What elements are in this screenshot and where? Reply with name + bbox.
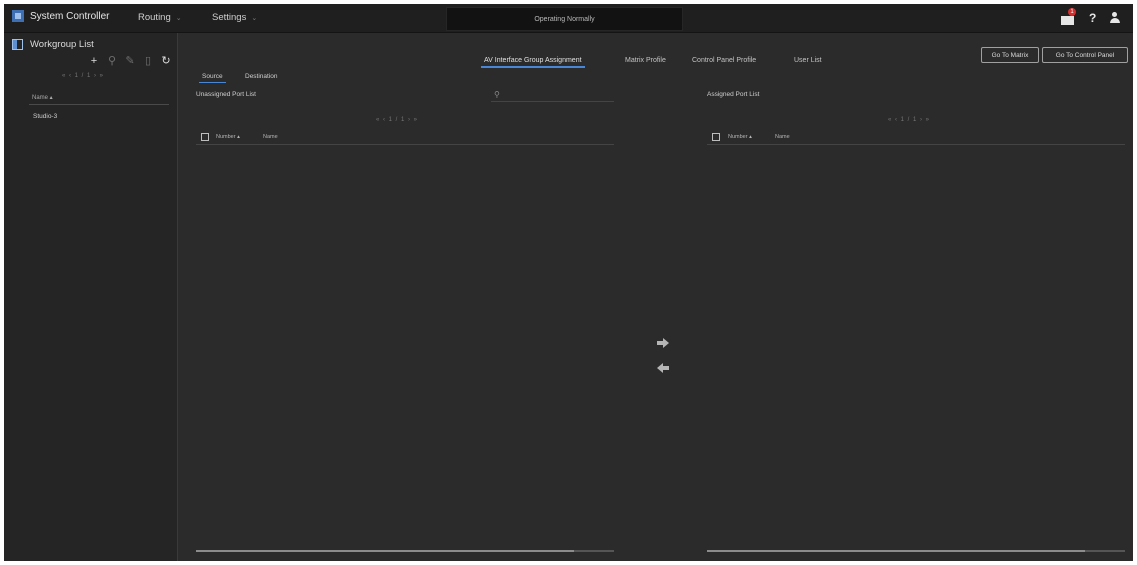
go-to-matrix-button[interactable]: Go To Matrix [981,47,1039,63]
edit-icon[interactable]: ✎ [125,54,135,67]
column-header-name[interactable]: Name [775,134,790,140]
menu-settings-label: Settings [212,12,247,23]
workgroup-pager[interactable]: « ‹ 1 / 1 › » [62,73,104,79]
horizontal-scrollbar[interactable] [196,550,614,552]
help-icon[interactable]: ? [1089,10,1096,26]
column-header-number[interactable]: Number ▴ [728,134,752,140]
search-input[interactable] [491,101,614,102]
search-icon[interactable]: ⚲ [107,54,117,67]
assigned-port-list-title: Assigned Port List [707,91,760,98]
unassigned-port-list-title: Unassigned Port List [196,91,256,98]
workgroup-toolbar: + ⚲ ✎ ▯ ↻ [89,54,171,68]
column-header-name[interactable]: Name [263,134,278,140]
unassign-arrow-button[interactable] [657,363,669,373]
table-header-divider [196,144,614,145]
chevron-down-icon: ⌄ [175,14,182,22]
workgroup-list-title: Workgroup List [30,39,94,50]
divider [29,104,169,105]
select-all-checkbox[interactable] [712,133,720,141]
tab-user-list[interactable]: User List [794,57,822,64]
assigned-pager[interactable]: « ‹ 1 / 1 › » [888,117,930,123]
subtab-destination[interactable]: Destination [245,73,278,80]
tab-av-interface-group-assignment[interactable]: AV Interface Group Assignment [481,57,585,68]
horizontal-scrollbar[interactable] [707,550,1125,552]
arrow-right-icon [663,338,669,348]
menu-settings[interactable]: Settings ⌄ [212,12,257,23]
app-title-label: System Controller [30,10,110,22]
user-icon [1112,12,1117,17]
chevron-down-icon: ⌄ [251,14,258,22]
subtab-source[interactable]: Source [199,73,226,83]
top-bar: System Controller Routing ⌄ Settings ⌄ O… [4,4,1133,33]
search-icon[interactable]: ⚲ [494,90,500,99]
select-all-checkbox[interactable] [201,133,209,141]
scrollbar-thumb[interactable] [707,550,1085,552]
notification-badge: 1 [1068,8,1076,16]
menu-routing-label: Routing [138,12,171,23]
user-menu-button[interactable] [1108,10,1122,26]
scrollbar-thumb[interactable] [196,550,574,552]
app-window: System Controller Routing ⌄ Settings ⌄ O… [4,4,1133,561]
panel-toggle-icon[interactable] [12,39,23,50]
column-header-name[interactable]: Name ▴ [32,94,53,101]
assign-arrow-button[interactable] [657,338,669,348]
go-to-control-panel-button[interactable]: Go To Control Panel [1042,47,1128,63]
app-title: System Controller [12,10,109,22]
tab-matrix-profile[interactable]: Matrix Profile [625,57,666,64]
refresh-icon[interactable]: ↻ [161,54,171,67]
app-logo-icon [12,10,24,22]
operating-status: Operating Normally [446,7,683,31]
tab-control-panel-profile[interactable]: Control Panel Profile [692,57,756,64]
column-header-number[interactable]: Number ▴ [216,134,240,140]
add-icon[interactable]: + [89,55,99,67]
table-header-divider [707,144,1125,145]
unassigned-pager[interactable]: « ‹ 1 / 1 › » [376,117,418,123]
delete-icon[interactable]: ▯ [143,54,153,67]
menu-routing[interactable]: Routing ⌄ [138,12,182,23]
mail-icon [1060,15,1074,25]
list-item[interactable]: Studio-3 [33,113,57,120]
workgroup-panel: Workgroup List + ⚲ ✎ ▯ ↻ « ‹ 1 / 1 › » N… [4,33,178,561]
workgroup-list-header: Workgroup List [12,39,94,50]
